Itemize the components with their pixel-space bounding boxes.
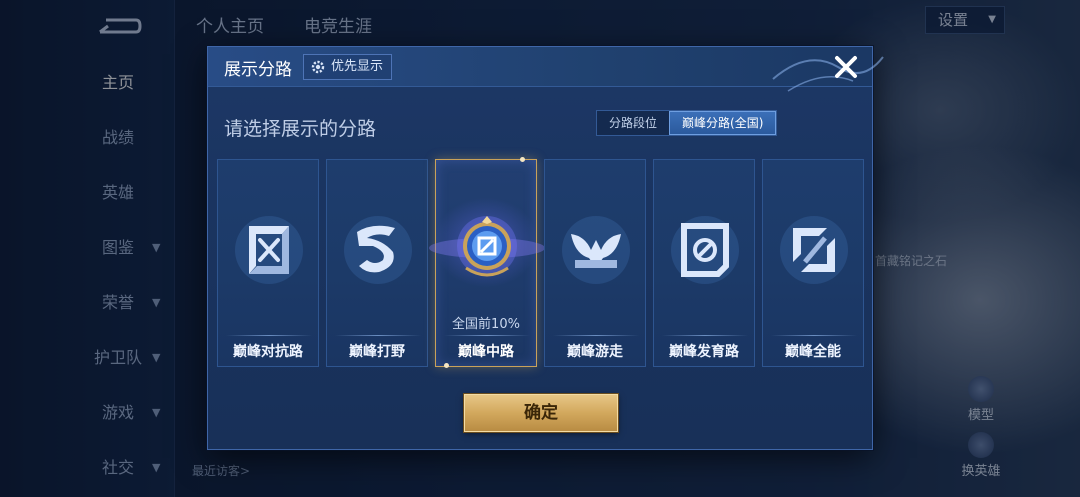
lane-mode-segmented-control: 分路段位 巅峰分路(全国) <box>596 110 778 136</box>
decorative-swirl-icon <box>772 56 884 92</box>
lane-display-dialog: 展示分路 优先显示 请选择展示的分路 分路段位 巅峰分路(全国) 巅峰对抗路 巅… <box>207 46 884 450</box>
close-icon[interactable] <box>832 53 860 81</box>
mid-lane-icon <box>426 202 548 292</box>
divider <box>226 335 312 336</box>
confirm-button[interactable]: 确定 <box>464 394 618 432</box>
dialog-header: 展示分路 优先显示 <box>208 47 884 92</box>
priority-display-label: 优先显示 <box>331 59 384 74</box>
farm-lane-icon <box>660 210 750 290</box>
lane-cards: 巅峰对抗路 巅峰打野 全国前10% 巅峰中路 巅峰游走 巅峰发育路 巅峰全能 <box>217 157 865 368</box>
divider <box>444 335 530 336</box>
lane-label: 巅峰中路 <box>458 344 514 360</box>
divider <box>771 335 857 336</box>
lane-rank-text: 全国前10% <box>452 317 520 332</box>
divider <box>335 335 421 336</box>
divider <box>553 335 639 336</box>
lane-card-farm[interactable]: 巅峰发育路 <box>653 159 755 367</box>
lane-label: 巅峰打野 <box>349 344 405 360</box>
lane-label: 巅峰对抗路 <box>233 344 303 360</box>
divider <box>662 335 748 336</box>
dialog-title: 展示分路 <box>224 60 292 80</box>
all-round-icon <box>769 210 859 290</box>
priority-display-button[interactable]: 优先显示 <box>303 54 393 80</box>
segment-lane-rank[interactable]: 分路段位 <box>597 111 669 135</box>
jungle-icon <box>333 210 423 290</box>
lane-card-all-round[interactable]: 巅峰全能 <box>762 159 864 367</box>
roam-icon <box>551 210 641 290</box>
corner-sparkle-icon <box>444 363 449 368</box>
select-lane-prompt: 请选择展示的分路 <box>224 118 377 140</box>
lane-label: 巅峰游走 <box>567 344 623 360</box>
lane-card-roam[interactable]: 巅峰游走 <box>544 159 646 367</box>
clash-lane-icon <box>224 210 314 290</box>
lane-label: 巅峰发育路 <box>669 344 739 360</box>
lane-label: 巅峰全能 <box>785 344 841 360</box>
lane-card-mid[interactable]: 全国前10% 巅峰中路 <box>429 157 545 368</box>
gear-icon <box>311 60 325 74</box>
corner-sparkle-icon <box>520 157 525 162</box>
lane-card-jungle[interactable]: 巅峰打野 <box>326 159 428 367</box>
segment-peak-lane-national[interactable]: 巅峰分路(全国) <box>669 111 777 135</box>
lane-card-clash[interactable]: 巅峰对抗路 <box>217 159 319 367</box>
